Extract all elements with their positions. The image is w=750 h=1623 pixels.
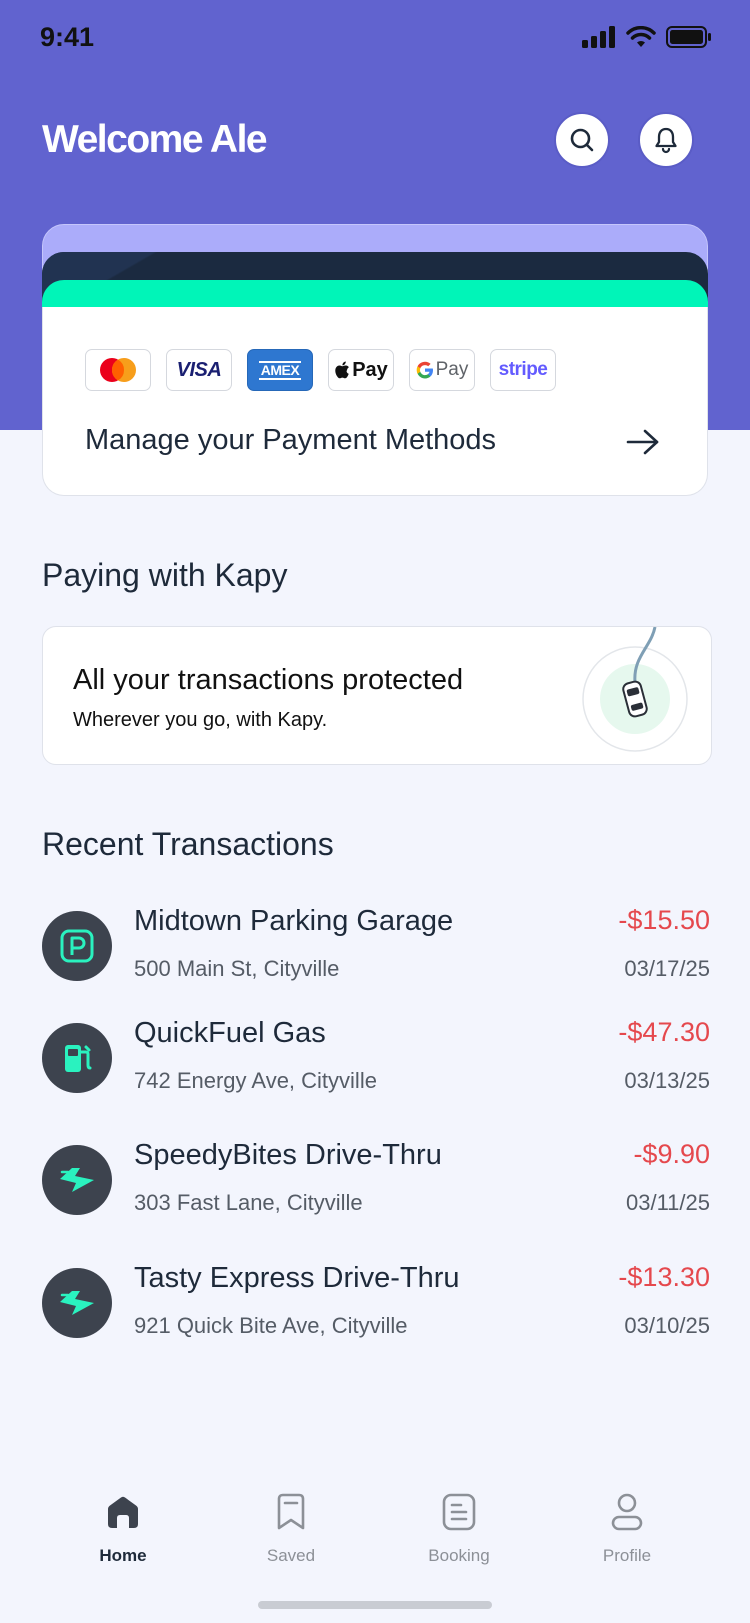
tab-label: Profile xyxy=(602,1546,652,1565)
home-indicator xyxy=(258,1601,492,1609)
mastercard-logo xyxy=(85,349,151,391)
transaction-amount: -$15.50 xyxy=(618,905,710,935)
amex-text: AMEX xyxy=(258,360,302,380)
transaction-icon-wrap xyxy=(42,911,112,981)
profile-icon xyxy=(611,1493,643,1531)
tab-label: Saved xyxy=(266,1546,316,1565)
search-icon xyxy=(570,128,594,152)
car-route-illustration xyxy=(582,627,688,752)
transaction-icon-wrap xyxy=(42,1268,112,1338)
transaction-date: 03/13/25 xyxy=(624,1068,710,1093)
visa-logo: VISA xyxy=(166,349,232,391)
drive-thru-icon xyxy=(60,1168,94,1192)
transaction-date: 03/11/25 xyxy=(625,1190,710,1215)
transaction-row[interactable]: Midtown Parking Garage 500 Main St, City… xyxy=(42,902,710,992)
google-pay-logo: Pay xyxy=(409,349,475,391)
mastercard-icon xyxy=(100,358,136,382)
status-icons xyxy=(582,26,712,48)
transaction-name: SpeedyBites Drive-Thru xyxy=(134,1139,442,1171)
tab-booking[interactable]: Booking xyxy=(399,1490,519,1566)
home-icon xyxy=(108,1496,138,1528)
status-bar: 9:41 xyxy=(0,0,750,80)
google-icon xyxy=(416,361,433,379)
bottom-tab-bar: Home Saved Booking Profile xyxy=(0,1470,750,1580)
apple-pay-logo: Pay xyxy=(328,349,394,391)
tab-home[interactable]: Home xyxy=(63,1490,183,1566)
stripe-text: stripe xyxy=(498,359,548,380)
transaction-icon-wrap xyxy=(42,1145,112,1215)
transaction-address: 742 Energy Ave, Cityville xyxy=(134,1068,377,1093)
transaction-address: 303 Fast Lane, Cityville xyxy=(134,1190,363,1215)
protection-title: All your transactions protected xyxy=(73,664,464,696)
booking-icon xyxy=(442,1493,476,1531)
transaction-amount: -$13.30 xyxy=(618,1262,710,1292)
tab-label: Booking xyxy=(428,1546,490,1565)
bell-icon xyxy=(655,127,677,154)
transaction-date: 03/10/25 xyxy=(624,1313,710,1338)
transaction-row[interactable]: QuickFuel Gas 742 Energy Ave, Cityville … xyxy=(42,1014,710,1104)
wifi-icon xyxy=(626,26,656,47)
battery-icon xyxy=(666,26,711,48)
gas-pump-icon xyxy=(65,1045,92,1072)
protection-subtitle: Wherever you go, with Kapy. xyxy=(73,709,328,731)
tab-saved[interactable]: Saved xyxy=(231,1490,351,1566)
transaction-name: QuickFuel Gas xyxy=(134,1017,326,1049)
tab-profile[interactable]: Profile xyxy=(567,1490,687,1566)
paying-section-title: Paying with Kapy xyxy=(42,557,288,593)
payment-methods-card[interactable]: VISA AMEX Pay Pay stripe Manage your Pay… xyxy=(42,224,708,496)
recent-transactions-title: Recent Transactions xyxy=(42,826,334,862)
search-button[interactable] xyxy=(554,112,610,168)
visa-text: VISA xyxy=(176,358,222,381)
transaction-amount: -$47.30 xyxy=(618,1017,710,1047)
transaction-address: 500 Main St, Cityville xyxy=(134,956,340,981)
transaction-date: 03/17/25 xyxy=(624,956,710,981)
signal-icon xyxy=(582,26,615,48)
transaction-amount: -$9.90 xyxy=(633,1139,710,1169)
apple-pay-text: Pay xyxy=(352,358,388,381)
transaction-address: 921 Quick Bite Ave, Cityville xyxy=(134,1313,408,1338)
bookmark-icon xyxy=(277,1493,305,1530)
protection-card[interactable]: All your transactions protected Wherever… xyxy=(42,626,712,765)
transaction-name: Midtown Parking Garage xyxy=(134,905,454,937)
arrow-right-icon[interactable] xyxy=(625,427,661,457)
transaction-row[interactable]: SpeedyBites Drive-Thru 303 Fast Lane, Ci… xyxy=(42,1136,710,1226)
transaction-name: Tasty Express Drive-Thru xyxy=(134,1262,460,1294)
stripe-logo: stripe xyxy=(490,349,556,391)
payment-logos: VISA AMEX Pay Pay stripe xyxy=(85,349,556,391)
drive-thru-icon xyxy=(60,1291,94,1315)
transaction-icon-wrap xyxy=(42,1023,112,1093)
transaction-row[interactable]: Tasty Express Drive-Thru 921 Quick Bite … xyxy=(42,1259,710,1349)
amex-logo: AMEX xyxy=(247,349,313,391)
apple-icon xyxy=(335,361,350,379)
status-time: 9:41 xyxy=(40,22,95,52)
notifications-button[interactable] xyxy=(638,112,694,168)
card-stack-front: VISA AMEX Pay Pay stripe Manage your Pay… xyxy=(42,307,708,496)
parking-icon xyxy=(60,929,94,963)
google-pay-text: Pay xyxy=(435,359,469,380)
page-title: Welcome Ale xyxy=(42,118,268,161)
manage-payment-methods-label[interactable]: Manage your Payment Methods xyxy=(85,424,496,457)
tab-label: Home xyxy=(99,1546,147,1565)
